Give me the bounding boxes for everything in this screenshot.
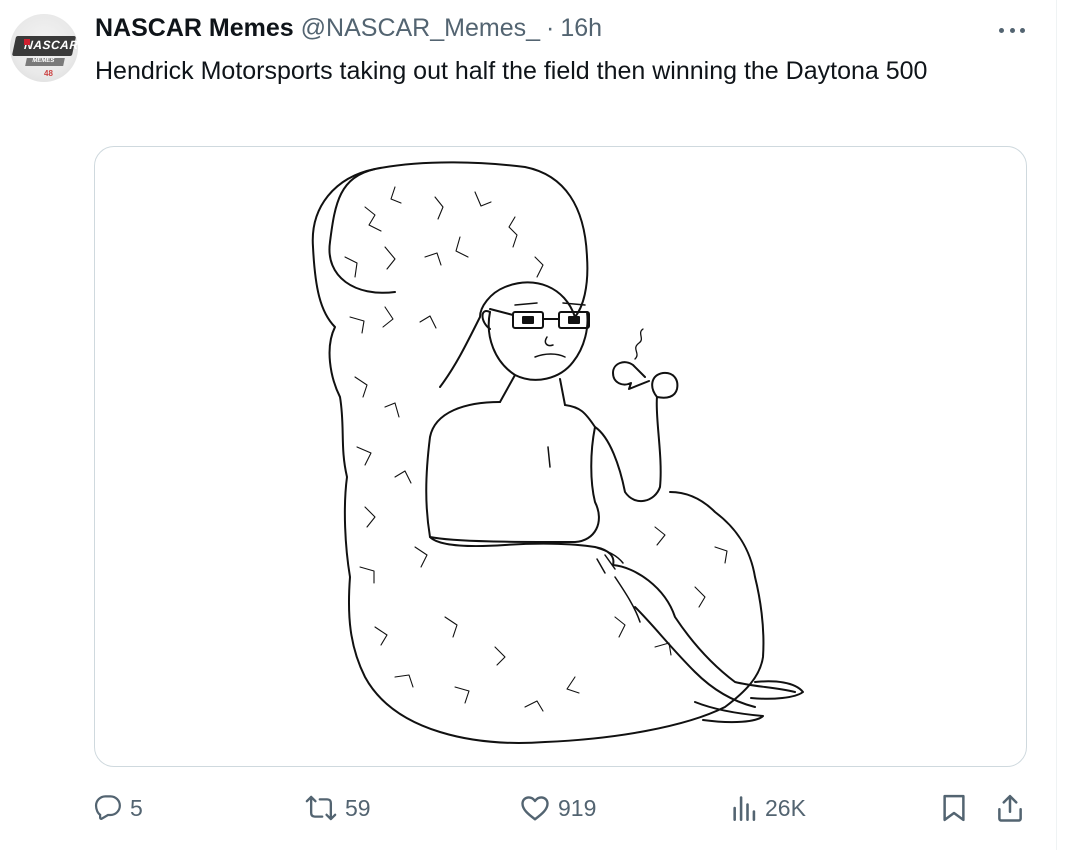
brows [514, 302, 586, 306]
nose [544, 336, 554, 347]
timeline-border [1056, 0, 1057, 850]
share-button[interactable] [996, 786, 1024, 830]
heart-icon [521, 796, 549, 821]
retweet-button[interactable]: 59 [305, 786, 371, 830]
pipe [612, 361, 650, 390]
more-dot-icon [1020, 27, 1025, 33]
meme-illustration [311, 161, 804, 744]
separator-dot: · [546, 14, 555, 42]
bookmark-icon [943, 794, 965, 822]
more-dot-icon [1009, 27, 1015, 33]
like-count: 919 [558, 794, 597, 821]
foot-right [750, 680, 804, 700]
share-icon [998, 794, 1022, 822]
avatar-logo: NASCAR [11, 36, 78, 56]
mouth [534, 353, 566, 358]
tweet-header: NASCAR Memes @NASCAR_Memes_ · 16h [95, 14, 602, 44]
torso [425, 401, 600, 543]
timestamp[interactable]: 16h [560, 14, 602, 43]
views-button[interactable]: 26K [731, 786, 806, 830]
analytics-icon [733, 796, 756, 821]
raised-arm [594, 396, 662, 502]
more-dot-icon [999, 27, 1004, 33]
avatar-sub-text: MEMES [31, 58, 55, 64]
like-button[interactable]: 919 [520, 786, 596, 830]
bookmark-button[interactable] [940, 786, 968, 830]
action-bar: 5 59 919 26K [0, 786, 1066, 830]
smoke [634, 328, 644, 360]
lap [612, 564, 796, 693]
display-name[interactable]: NASCAR Memes [95, 14, 294, 43]
retweet-count: 59 [345, 794, 371, 821]
brain-back [311, 168, 765, 744]
more-options-button[interactable] [997, 18, 1027, 42]
resting-hand [594, 546, 624, 574]
views-count: 26K [765, 794, 806, 821]
knee [614, 576, 641, 623]
avatar-number: 48 [44, 69, 53, 78]
brain-texture [344, 186, 728, 712]
user-handle[interactable]: @NASCAR_Memes_ [301, 14, 540, 43]
avatar-subtitle: MEMES [25, 58, 65, 66]
reply-icon [94, 795, 121, 820]
tweet-text: Hendrick Motorsports taking out half the… [95, 57, 928, 85]
retweet-icon [305, 795, 337, 821]
hand [651, 371, 679, 399]
avatar[interactable]: NASCAR MEMES 48 [10, 14, 78, 82]
reply-button[interactable]: 5 [94, 786, 143, 830]
tweet-media[interactable] [94, 146, 1027, 767]
reply-count: 5 [130, 794, 143, 821]
avatar-logo-text: NASCAR [23, 38, 78, 52]
shin-upper [634, 606, 756, 708]
chest-line [547, 446, 551, 468]
glasses [489, 308, 590, 329]
avatar-stripe-red [24, 39, 30, 45]
